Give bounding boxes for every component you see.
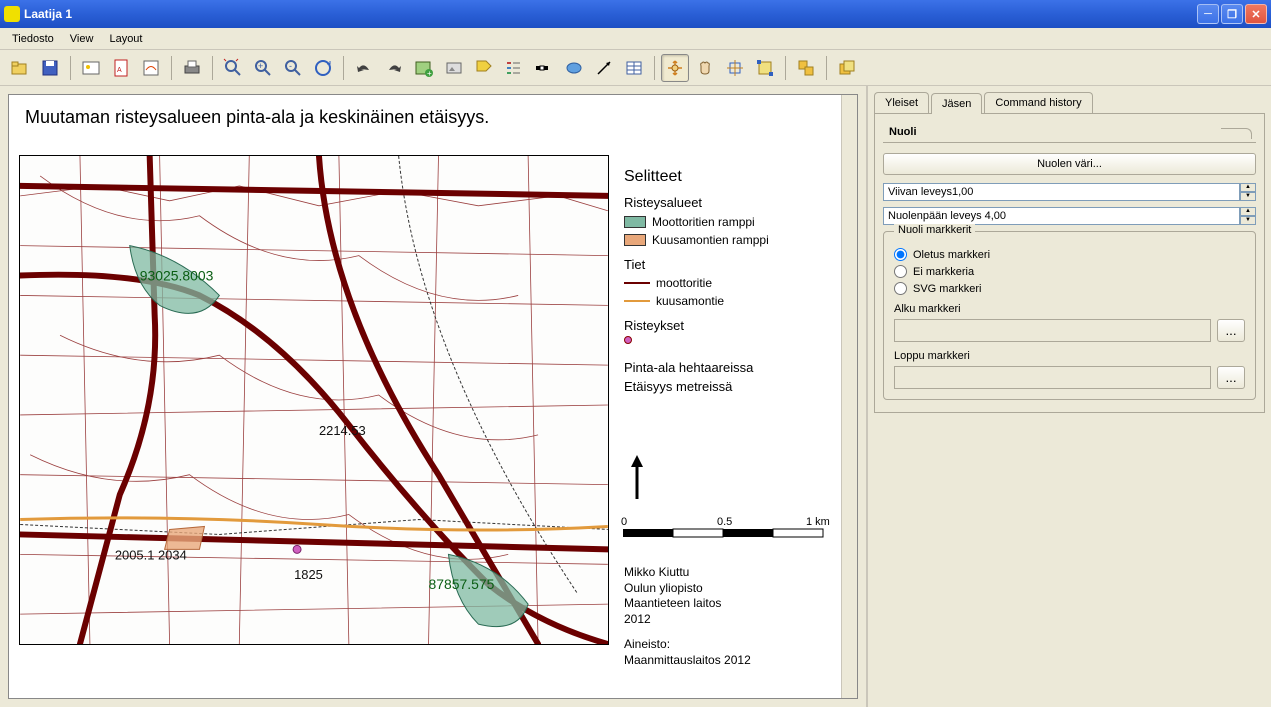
toolbar: A + - + (0, 50, 1271, 86)
start-marker-browse[interactable]: ... (1217, 319, 1245, 342)
end-marker-label: Loppu markkeri (894, 350, 1245, 362)
end-marker-input (894, 366, 1211, 389)
radio-no-marker[interactable]: Ei markkeria (894, 265, 1245, 278)
scale-label: 0.5 (717, 516, 732, 528)
scrollbar-vertical[interactable] (841, 95, 857, 698)
open-icon[interactable] (6, 54, 34, 82)
undo-icon[interactable] (350, 54, 378, 82)
pan-layout-icon[interactable] (661, 54, 689, 82)
tab-item[interactable]: Jäsen (931, 93, 982, 114)
zoom-full-icon[interactable] (219, 54, 247, 82)
legend-item: Moottoritien ramppi (652, 213, 755, 231)
arrow-color-button[interactable]: Nuolen väri... (883, 153, 1256, 175)
zoom-out-icon[interactable]: - (279, 54, 307, 82)
move-item-icon[interactable] (721, 54, 749, 82)
legend: Selitteet Risteysalueet Moottoritien ram… (624, 165, 769, 397)
add-scalebar-icon[interactable] (530, 54, 558, 82)
layout-canvas[interactable]: Muutaman risteysalueen pinta-ala ja kesk… (0, 86, 866, 707)
map-label: 93025.8003 (140, 267, 214, 283)
scale-label: 1 km (806, 516, 830, 528)
menu-file[interactable]: Tiedosto (4, 31, 62, 47)
menu-layout[interactable]: Layout (101, 31, 150, 47)
properties-panel: Yleiset Jäsen Command history Nuoli Nuol… (866, 86, 1271, 707)
pan-map-icon[interactable] (691, 54, 719, 82)
north-arrow (627, 455, 647, 504)
line-width-input[interactable] (883, 183, 1240, 201)
legend-group: Tiet (624, 255, 769, 275)
add-arrow-icon[interactable] (590, 54, 618, 82)
spin-down[interactable]: ▼ (1240, 216, 1256, 225)
add-legend-icon[interactable] (500, 54, 528, 82)
svg-text:+: + (427, 69, 432, 78)
app-icon (4, 6, 20, 22)
legend-note: Pinta-ala hehtaareissa (624, 358, 769, 378)
radio-default-marker[interactable]: Oletus markkeri (894, 248, 1245, 261)
map-label: 87857.575 (429, 576, 495, 592)
print-icon[interactable] (178, 54, 206, 82)
map-label: 1825 (294, 567, 323, 582)
start-marker-label: Alku markkeri (894, 303, 1245, 315)
map-frame[interactable]: 93025.8003 2214.53 2005.1 2034 1825 8785… (19, 155, 609, 645)
map-label: 2214.53 (319, 423, 366, 438)
svg-text:+: + (258, 61, 263, 71)
legend-item: Kuusamontien ramppi (652, 231, 769, 249)
image-icon[interactable] (77, 54, 105, 82)
refresh-icon[interactable] (309, 54, 337, 82)
spin-up[interactable]: ▲ (1240, 183, 1256, 192)
minimize-button[interactable]: ─ (1197, 4, 1219, 24)
svg-text:A: A (117, 67, 122, 74)
pdf-icon[interactable]: A (107, 54, 135, 82)
group-icon[interactable] (792, 54, 820, 82)
add-map-icon[interactable]: + (410, 54, 438, 82)
start-marker-input (894, 319, 1211, 342)
markers-legend: Nuoli markkerit (894, 224, 975, 236)
scale-label: 0 (621, 516, 627, 528)
redo-icon[interactable] (380, 54, 408, 82)
menu-view[interactable]: View (62, 31, 102, 47)
end-marker-browse[interactable]: ... (1217, 366, 1245, 389)
paper: Muutaman risteysalueen pinta-ala ja kesk… (8, 94, 858, 699)
titlebar: Laatija 1 ─ ❐ ✕ (0, 0, 1271, 28)
tab-history[interactable]: Command history (984, 92, 1092, 113)
tab-general[interactable]: Yleiset (874, 92, 929, 113)
legend-note: Etäisyys metreissä (624, 377, 769, 397)
page-title: Muutaman risteysalueen pinta-ala ja kesk… (25, 107, 489, 128)
head-width-input[interactable] (883, 207, 1240, 225)
add-label-icon[interactable] (470, 54, 498, 82)
add-shape-icon[interactable] (560, 54, 588, 82)
maximize-button[interactable]: ❐ (1221, 4, 1243, 24)
spin-down[interactable]: ▼ (1240, 192, 1256, 201)
svg-text:-: - (289, 61, 292, 71)
select-item-icon[interactable] (751, 54, 779, 82)
zoom-in-icon[interactable]: + (249, 54, 277, 82)
raise-icon[interactable] (833, 54, 861, 82)
legend-group: Risteykset (624, 316, 769, 336)
window-title: Laatija 1 (24, 7, 1197, 21)
credits: Mikko Kiuttu Oulun yliopisto Maantieteen… (624, 565, 751, 669)
legend-group: Risteysalueet (624, 193, 769, 213)
add-table-icon[interactable] (620, 54, 648, 82)
radio-svg-marker[interactable]: SVG markkeri (894, 282, 1245, 295)
legend-item: moottoritie (656, 274, 712, 292)
map-label: 2005.1 2034 (115, 547, 187, 562)
add-image-icon[interactable] (440, 54, 468, 82)
close-button[interactable]: ✕ (1245, 4, 1267, 24)
save-icon[interactable] (36, 54, 64, 82)
spin-up[interactable]: ▲ (1240, 207, 1256, 216)
section-title: Nuoli (883, 122, 1256, 143)
scalebar: 0 0.5 1 km (621, 515, 836, 548)
menubar: Tiedosto View Layout (0, 28, 1271, 50)
legend-title: Selitteet (624, 165, 769, 189)
legend-item: kuusamontie (656, 292, 724, 310)
svg-icon[interactable] (137, 54, 165, 82)
